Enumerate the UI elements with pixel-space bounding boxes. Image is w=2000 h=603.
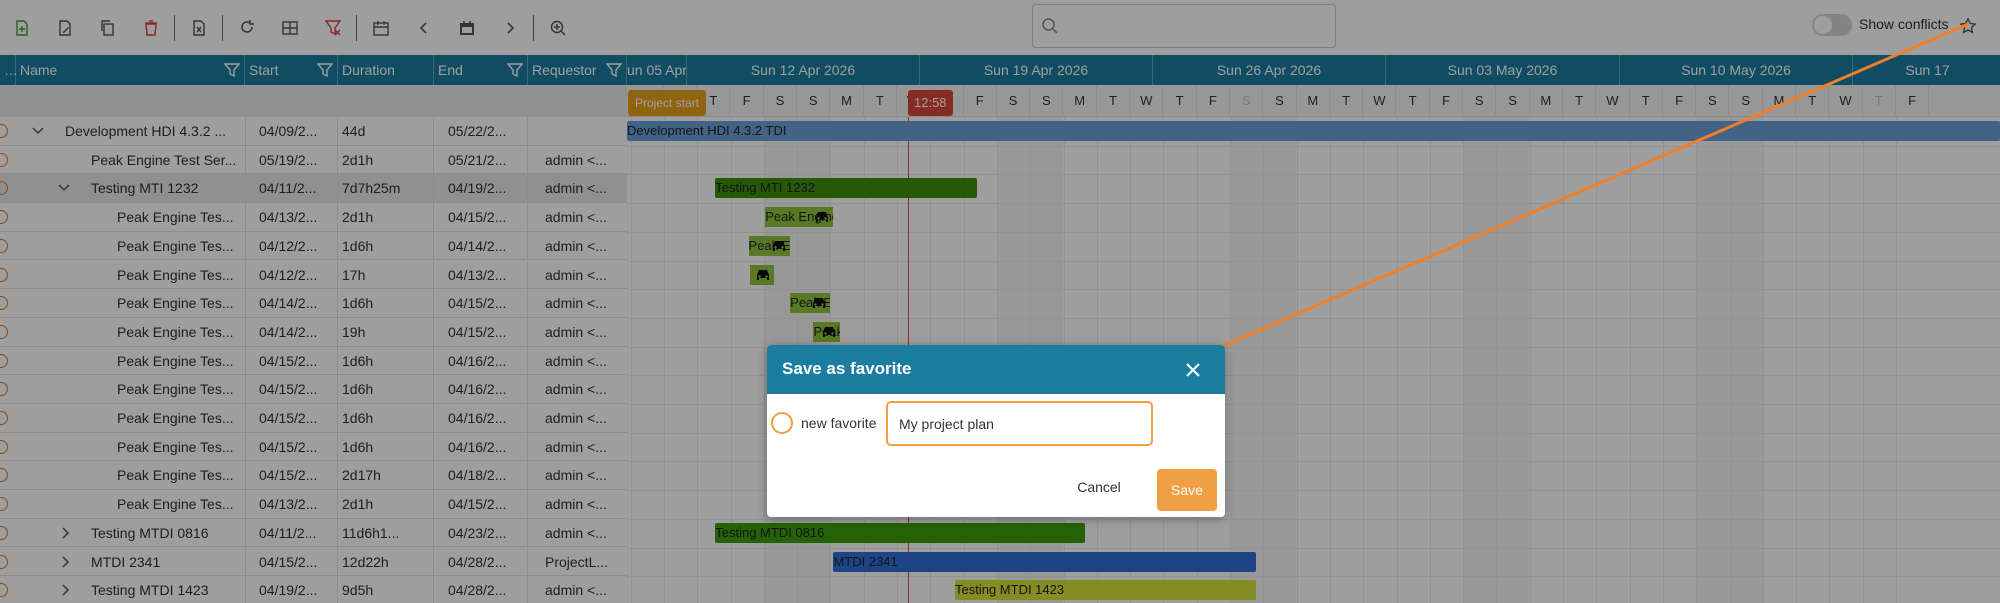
new-favorite-radio[interactable] bbox=[771, 412, 793, 434]
dialog-header: Save as favorite bbox=[767, 345, 1225, 394]
gantt-app: Show conflicts … Name Start Duration End bbox=[0, 0, 2000, 603]
new-favorite-label: new favorite bbox=[801, 415, 877, 431]
save-favorite-dialog: Save as favorite new favorite Cancel Sav… bbox=[767, 345, 1225, 517]
dialog-title: Save as favorite bbox=[782, 359, 912, 378]
save-button[interactable]: Save bbox=[1157, 469, 1217, 511]
close-icon[interactable] bbox=[1183, 360, 1203, 380]
favorite-name-input[interactable] bbox=[886, 401, 1153, 446]
cancel-button[interactable]: Cancel bbox=[1069, 474, 1129, 500]
